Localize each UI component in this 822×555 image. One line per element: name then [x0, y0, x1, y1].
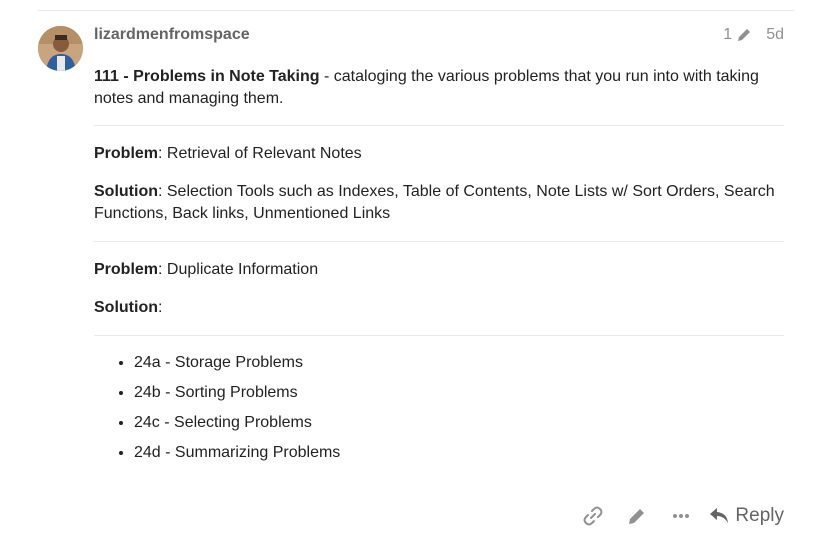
problem-label: Problem: [94, 261, 159, 278]
divider: [94, 335, 784, 336]
problem-line: Problem: Duplicate Information: [94, 259, 784, 281]
edit-count[interactable]: 1: [723, 26, 732, 44]
solution-text: :: [157, 299, 163, 316]
post-meta: 1 5d: [723, 26, 784, 44]
list-item: 24b - Sorting Problems: [134, 382, 784, 404]
top-divider: [38, 10, 794, 11]
solution-line: Solution:: [94, 297, 784, 319]
ellipsis-icon: [673, 514, 690, 518]
problem-line: Problem: Retrieval of Relevant Notes: [94, 143, 784, 165]
problem-text: : Duplicate Information: [158, 261, 319, 278]
reply-label: Reply: [735, 505, 784, 526]
post-actions: Reply: [571, 503, 784, 529]
pencil-edit-icon[interactable]: [736, 27, 752, 43]
solution-line: Solution: Selection Tools such as Indexe…: [94, 181, 784, 225]
problem-block-2: Problem: Duplicate Information Solution:: [94, 242, 784, 319]
list-item: 24a - Storage Problems: [134, 352, 784, 374]
intro-title: 111 - Problems in Note Taking: [94, 68, 320, 85]
avatar-image: [38, 26, 83, 71]
list-item: 24c - Selecting Problems: [134, 412, 784, 434]
solution-label: Solution: [94, 183, 158, 200]
reply-icon: [710, 508, 729, 523]
edit-button[interactable]: [615, 503, 659, 529]
list-item: 24d - Summarizing Problems: [134, 442, 784, 464]
solution-label: Solution: [94, 299, 158, 316]
post-body: 111 - Problems in Note Taking - catalogi…: [94, 66, 784, 472]
avatar[interactable]: [38, 26, 83, 71]
related-notes-list: 24a - Storage Problems 24b - Sorting Pro…: [94, 352, 784, 464]
reply-button[interactable]: Reply: [709, 505, 784, 527]
username[interactable]: lizardmenfromspace: [94, 26, 250, 44]
intro-paragraph: 111 - Problems in Note Taking - catalogi…: [94, 66, 784, 110]
copy-link-button[interactable]: [571, 503, 615, 529]
problem-label: Problem: [94, 145, 159, 162]
problem-text: : Retrieval of Relevant Notes: [158, 145, 362, 162]
pencil-icon: [629, 509, 645, 524]
more-options-button[interactable]: [659, 503, 703, 529]
solution-text: : Selection Tools such as Indexes, Table…: [94, 183, 775, 222]
post-age[interactable]: 5d: [766, 26, 784, 44]
problem-block-1: Problem: Retrieval of Relevant Notes Sol…: [94, 126, 784, 225]
link-icon: [583, 506, 603, 526]
